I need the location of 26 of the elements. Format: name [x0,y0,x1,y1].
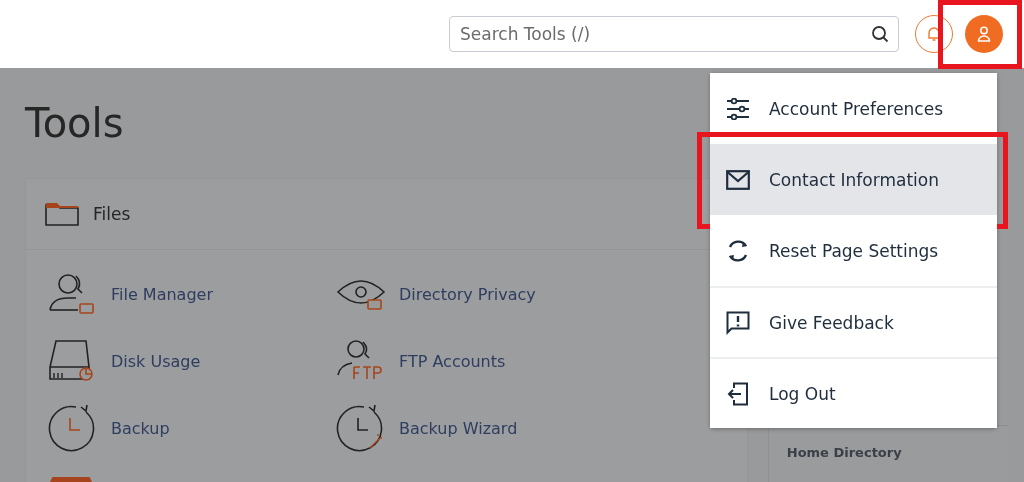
user-icon [977,26,991,42]
envelope-icon [725,169,751,190]
sliders-icon [725,97,751,120]
folder-icon [45,202,79,226]
page-title: Tools [25,99,124,148]
menu-item[interactable]: Contact Information [710,144,997,215]
menu-item[interactable]: Account Preferences [710,73,997,144]
tool-link[interactable]: File Manager [111,284,213,304]
tool-link[interactable]: Backup Wizard [399,418,518,438]
user-button[interactable] [965,15,1003,53]
menu-item[interactable]: Reset Page Settings [710,215,997,286]
clock-icon [47,404,97,452]
clock-wand-icon [335,404,385,452]
menu-item[interactable]: Log Out [710,357,997,428]
sidebar-label: Home Directory [786,445,902,460]
menu-item[interactable]: Give Feedback [710,286,997,357]
logout-icon [725,381,751,406]
search-field[interactable]: Search Tools (/) [449,16,899,52]
tool-link[interactable]: Backup [111,418,170,438]
user-folder-icon [47,272,97,316]
tool-link[interactable]: Directory Privacy [399,284,536,304]
tool-link[interactable]: Disk Usage [111,351,201,371]
card-title: Files [93,204,131,224]
search-icon [871,25,889,43]
tool-link[interactable]: FTP Accounts [399,351,506,371]
feedback-icon [725,310,751,335]
